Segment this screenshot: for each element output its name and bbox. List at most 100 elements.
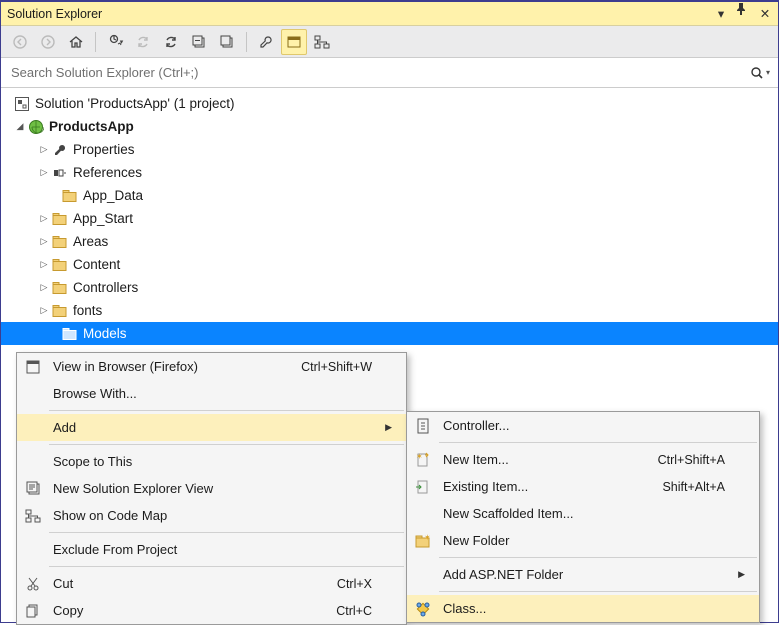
home-button[interactable] bbox=[63, 29, 89, 55]
solution-icon bbox=[13, 95, 31, 113]
expander-icon[interactable]: ▷ bbox=[37, 236, 51, 247]
class-icon bbox=[407, 601, 439, 617]
tree-label: Areas bbox=[73, 234, 108, 249]
menu-separator bbox=[49, 444, 404, 445]
solution-node[interactable]: Solution 'ProductsApp' (1 project) bbox=[1, 92, 778, 115]
submenu-arrow-icon: ▶ bbox=[378, 422, 392, 433]
expander-icon[interactable]: ▷ bbox=[37, 167, 51, 178]
tree-item-controllers[interactable]: ▷ Controllers bbox=[1, 276, 778, 299]
forward-button[interactable] bbox=[35, 29, 61, 55]
context-menu: View in Browser (Firefox) Ctrl+Shift+W B… bbox=[16, 352, 407, 625]
menu-new-scaffolded-item[interactable]: New Scaffolded Item... bbox=[407, 500, 759, 527]
show-all-files-button[interactable] bbox=[214, 29, 240, 55]
tree-label: Content bbox=[73, 257, 120, 272]
menu-shortcut: Ctrl+C bbox=[336, 604, 378, 618]
search-placeholder: Search Solution Explorer (Ctrl+;) bbox=[11, 65, 750, 80]
expander-icon[interactable]: ▷ bbox=[37, 282, 51, 293]
menu-exclude-from-project[interactable]: Exclude From Project bbox=[17, 536, 406, 563]
close-icon[interactable]: ✕ bbox=[758, 3, 772, 25]
menu-label: Existing Item... bbox=[439, 479, 662, 494]
menu-view-in-browser[interactable]: View in Browser (Firefox) Ctrl+Shift+W bbox=[17, 353, 406, 380]
menu-add-existing-item[interactable]: Existing Item... Shift+Alt+A bbox=[407, 473, 759, 500]
tree-item-references[interactable]: ▷ References bbox=[1, 161, 778, 184]
menu-scope-to-this[interactable]: Scope to This bbox=[17, 448, 406, 475]
tree-label: References bbox=[73, 165, 142, 180]
search-bar[interactable]: Search Solution Explorer (Ctrl+;) ▾ bbox=[1, 58, 778, 88]
menu-label: View in Browser (Firefox) bbox=[49, 359, 301, 374]
expander-icon[interactable]: ▷ bbox=[37, 305, 51, 316]
menu-separator bbox=[439, 442, 757, 443]
menu-label: Show on Code Map bbox=[49, 508, 378, 523]
tree-label: Controllers bbox=[73, 280, 138, 295]
project-icon bbox=[27, 118, 45, 136]
toolbar: ▾ bbox=[1, 26, 778, 58]
properties-button[interactable] bbox=[253, 29, 279, 55]
folder-icon bbox=[51, 302, 69, 320]
expander-icon[interactable]: ▷ bbox=[37, 259, 51, 270]
menu-label: Exclude From Project bbox=[49, 542, 378, 557]
tree-item-fonts[interactable]: ▷ fonts bbox=[1, 299, 778, 322]
dropdown-icon[interactable]: ▾ bbox=[714, 3, 728, 25]
pin-icon[interactable] bbox=[736, 3, 750, 25]
tree-item-appstart[interactable]: ▷ App_Start bbox=[1, 207, 778, 230]
copy-icon bbox=[17, 604, 49, 618]
controller-icon bbox=[407, 418, 439, 434]
tree-item-areas[interactable]: ▷ Areas bbox=[1, 230, 778, 253]
expander-icon[interactable]: ▷ bbox=[37, 213, 51, 224]
new-folder-icon: ✶ bbox=[407, 534, 439, 548]
expander-icon[interactable]: ▷ bbox=[37, 144, 51, 155]
collapse-all-button[interactable] bbox=[186, 29, 212, 55]
menu-add-aspnet-folder[interactable]: Add ASP.NET Folder ▶ bbox=[407, 561, 759, 588]
menu-new-solution-explorer-view[interactable]: New Solution Explorer View bbox=[17, 475, 406, 502]
menu-copy[interactable]: Copy Ctrl+C bbox=[17, 597, 406, 624]
window-controls: ▾ ✕ bbox=[714, 3, 772, 25]
menu-label: Browse With... bbox=[49, 386, 378, 401]
separator bbox=[246, 32, 247, 52]
menu-add-controller[interactable]: Controller... bbox=[407, 412, 759, 439]
menu-label: New Folder bbox=[439, 533, 731, 548]
menu-label: Add ASP.NET Folder bbox=[439, 567, 731, 582]
folder-icon bbox=[61, 187, 79, 205]
menu-add-new-item[interactable]: ✶ New Item... Ctrl+Shift+A bbox=[407, 446, 759, 473]
window-title: Solution Explorer bbox=[7, 7, 714, 21]
menu-separator bbox=[49, 532, 404, 533]
svg-text:✶: ✶ bbox=[424, 534, 431, 542]
menu-label: Copy bbox=[49, 603, 336, 618]
browser-icon bbox=[17, 359, 49, 375]
back-button[interactable] bbox=[7, 29, 33, 55]
wrench-icon bbox=[51, 141, 69, 159]
menu-new-folder[interactable]: ✶ New Folder bbox=[407, 527, 759, 554]
pending-changes-button[interactable]: ▾ bbox=[102, 29, 128, 55]
svg-text:✶: ✶ bbox=[416, 452, 423, 461]
tree-item-appdata[interactable]: App_Data bbox=[1, 184, 778, 207]
tree-label: App_Start bbox=[73, 211, 133, 226]
tree-label: Models bbox=[83, 326, 127, 341]
folder-icon bbox=[51, 210, 69, 228]
menu-browse-with[interactable]: Browse With... bbox=[17, 380, 406, 407]
expander-icon[interactable]: ◢ bbox=[13, 121, 27, 132]
new-view-icon bbox=[17, 481, 49, 496]
menu-shortcut: Ctrl+Shift+W bbox=[301, 360, 378, 374]
tree-label: fonts bbox=[73, 303, 102, 318]
menu-label: New Item... bbox=[439, 452, 658, 467]
view-class-diagram-button[interactable] bbox=[309, 29, 335, 55]
refresh-button[interactable] bbox=[158, 29, 184, 55]
menu-separator bbox=[439, 591, 757, 592]
menu-label: New Solution Explorer View bbox=[49, 481, 378, 496]
menu-show-on-code-map[interactable]: Show on Code Map bbox=[17, 502, 406, 529]
menu-shortcut: Ctrl+X bbox=[337, 577, 378, 591]
references-icon bbox=[51, 164, 69, 182]
sync-button[interactable] bbox=[130, 29, 156, 55]
menu-add-class[interactable]: Class... bbox=[407, 595, 759, 622]
menu-cut[interactable]: Cut Ctrl+X bbox=[17, 570, 406, 597]
menu-label: Class... bbox=[439, 601, 731, 616]
separator bbox=[95, 32, 96, 52]
submenu-arrow-icon: ▶ bbox=[731, 569, 745, 580]
search-icon[interactable]: ▾ bbox=[750, 66, 770, 80]
tree-item-models[interactable]: Models bbox=[1, 322, 778, 345]
project-node[interactable]: ◢ ProductsApp bbox=[1, 115, 778, 138]
menu-add[interactable]: Add ▶ bbox=[17, 414, 406, 441]
tree-item-properties[interactable]: ▷ Properties bbox=[1, 138, 778, 161]
preview-button[interactable] bbox=[281, 29, 307, 55]
tree-item-content[interactable]: ▷ Content bbox=[1, 253, 778, 276]
